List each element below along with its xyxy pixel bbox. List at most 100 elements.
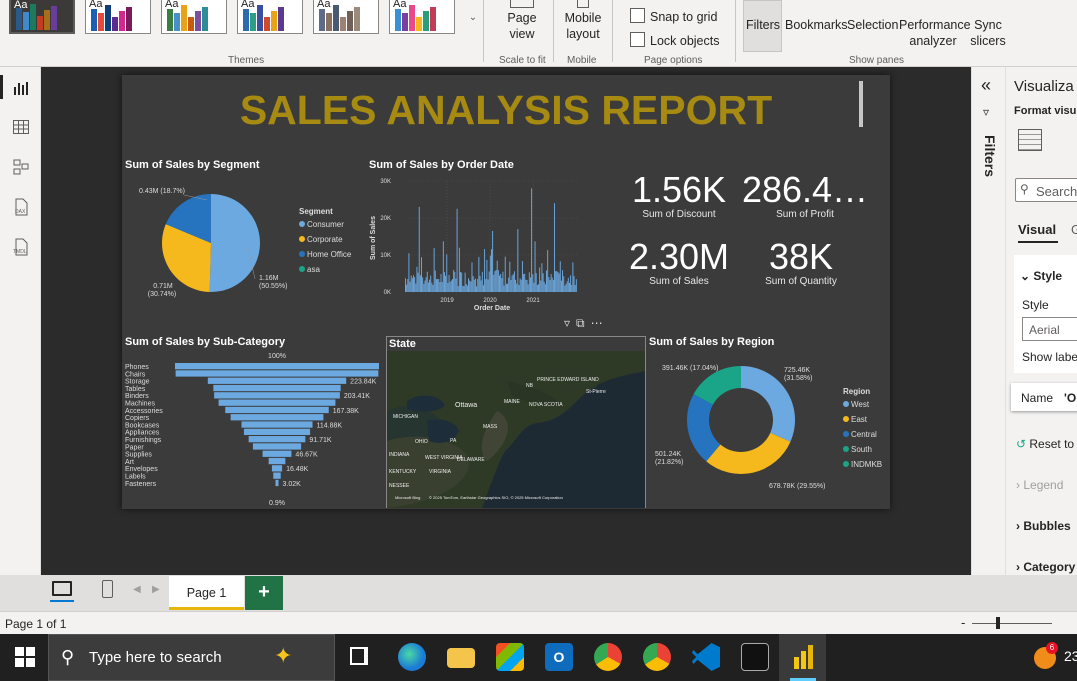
page-scroll-right-icon[interactable]: ▶ [152,584,160,595]
date-bar [421,257,422,292]
tab-visual[interactable]: Visual [1018,222,1056,237]
date-bar [458,247,460,292]
legend-item-corporate[interactable]: Corporate [299,232,351,247]
file-explorer-icon[interactable] [447,648,475,668]
subcat-funnel-chart[interactable]: PhonesChairsStorageTablesBindersMachines… [122,350,384,508]
date-bar [574,284,576,292]
theme-option[interactable]: Aa [9,0,75,34]
outlook-icon[interactable]: O [545,643,573,671]
theme-option[interactable]: Aa [161,0,227,34]
page-view-button[interactable]: Page view [497,0,547,42]
mobile-layout-button[interactable]: Mobile layout [560,0,606,42]
style-section-header[interactable]: ⌄ Style [1020,269,1062,283]
page-tab-1[interactable]: Page 1 [169,576,244,610]
legend-item-home-office[interactable]: Home Office [299,247,351,262]
theme-swatch [51,6,57,30]
chrome-profile-s-icon[interactable] [643,643,671,671]
style-dropdown[interactable]: Aerial [1022,317,1077,341]
theme-option[interactable]: Aa [85,0,151,34]
map-tile[interactable]: PRINCE EDWARD ISLAND NB MAINE St-Pierre … [387,351,645,508]
legend-item-indmkb[interactable]: INDMKB [843,457,882,472]
task-view-icon[interactable] [350,647,368,665]
theme-option[interactable]: Aa [313,0,379,34]
date-bar [474,278,476,292]
kpi-card-sales[interactable]: 2.30M Sum of Sales [616,238,742,288]
filters-pane-collapsed[interactable]: « ▿ Filters [971,67,1005,575]
kpi-card-discount[interactable]: 1.56K Sum of Discount [616,171,742,221]
map-visual[interactable]: State PRINCE EDWARD ISLAND NB MAINE St-P… [386,336,646,508]
table-view-icon[interactable] [12,118,30,136]
selection-pane-button[interactable]: Selection [847,17,898,33]
edge-icon[interactable] [398,643,426,671]
kpi-card-quantity[interactable]: 38K Sum of Quantity [736,238,866,288]
category-section[interactable]: › Category [1016,560,1075,574]
region-label-central-value: 501.24K [655,451,681,458]
title-scrollbar[interactable] [859,81,863,127]
desktop-view-icon[interactable] [52,581,72,596]
bookmarks-pane-button[interactable]: Bookmarks [785,17,848,33]
tab-general[interactable]: G [1071,222,1077,237]
kpi-card-profit[interactable]: 286.4… Sum of Profit [736,169,874,221]
report-view-icon[interactable] [12,79,30,97]
vscode-icon[interactable] [692,643,720,671]
date-bar-chart[interactable]: 30K 20K 10K 0K 2019 2020 2021 Sum of Sales Ord… [367,175,587,315]
date-bar [449,281,451,292]
zoom-slider-thumb[interactable] [996,617,1000,629]
more-options-icon[interactable]: ⋯ [591,316,609,330]
tmdl-view-icon[interactable]: TMDL [12,238,30,256]
sync-slicers-button[interactable]: Sync slicers [970,17,1006,49]
legend-item-east[interactable]: East [843,412,882,427]
theme-option[interactable]: Aa [389,0,455,34]
mobile-view-icon[interactable] [102,580,113,598]
add-page-button[interactable]: + [245,576,283,610]
filter-icon[interactable]: ▿ [564,316,576,330]
legend-item-consumer[interactable]: Consumer [299,217,351,232]
map-place-pa: PA [450,438,457,444]
legend-item-south[interactable]: South [843,442,882,457]
model-view-icon[interactable] [12,158,30,176]
mobile-layout-icon [577,0,589,8]
date-bar [563,276,565,292]
bubbles-section[interactable]: › Bubbles [1016,519,1071,533]
dax-query-view-icon[interactable]: DAX [12,198,30,216]
funnel-bar [262,450,292,457]
reset-to-default[interactable]: ↺ Reset to [1016,437,1074,451]
snap-to-grid-checkbox[interactable] [630,8,645,23]
search-box[interactable]: ⚲ Search [1015,178,1077,202]
date-bar [562,270,564,292]
microsoft-store-icon[interactable] [496,643,524,671]
legend-item-asa[interactable]: asa [299,262,351,277]
expand-panes-icon[interactable]: « [981,75,991,96]
name-value[interactable]: 'O [1064,391,1076,405]
format-visual-icon[interactable] [1018,129,1042,151]
map-place-nessee: NESSEE [389,483,410,489]
legend-section[interactable]: › Legend [1016,478,1063,492]
funnel-bottom-pct: 0.9% [269,500,285,507]
lock-objects-checkbox[interactable] [630,32,645,47]
kpi-value: 286.4… [741,169,869,210]
date-bar [529,277,531,292]
date-bar [523,274,525,292]
chrome-profile-m-icon[interactable] [594,643,622,671]
page-view-icon [510,0,534,8]
funnel-category-label: Chairs [125,371,146,378]
filters-pane-button[interactable]: Filters [746,17,780,33]
taskbar-search-box[interactable]: ⚲ Type here to search ✦ [48,634,335,681]
funnel-bar [275,479,279,487]
zoom-out-button[interactable]: - [961,615,965,630]
map-place-pei: PRINCE EDWARD ISLAND [537,377,599,383]
theme-option[interactable]: Aa [237,0,303,34]
page-scroll-left-icon[interactable]: ◀ [133,584,141,595]
powerbi-icon[interactable] [790,643,818,671]
date-bar [503,285,505,292]
themes-expand-icon[interactable]: ⌄ [466,10,480,26]
report-title: SALES ANALYSIS REPORT [239,87,773,133]
performance-analyzer-button[interactable]: Performance analyzer [899,17,971,49]
legend-item-central[interactable]: Central [843,427,882,442]
focus-mode-icon[interactable]: ⧉ [576,316,591,330]
legend-item-west[interactable]: West [843,397,882,412]
terminal-icon[interactable] [741,643,769,671]
zoom-slider[interactable] [972,623,1052,624]
region-label-east: 678.78K (29.55%) [769,483,825,490]
windows-start-icon[interactable] [15,647,35,667]
